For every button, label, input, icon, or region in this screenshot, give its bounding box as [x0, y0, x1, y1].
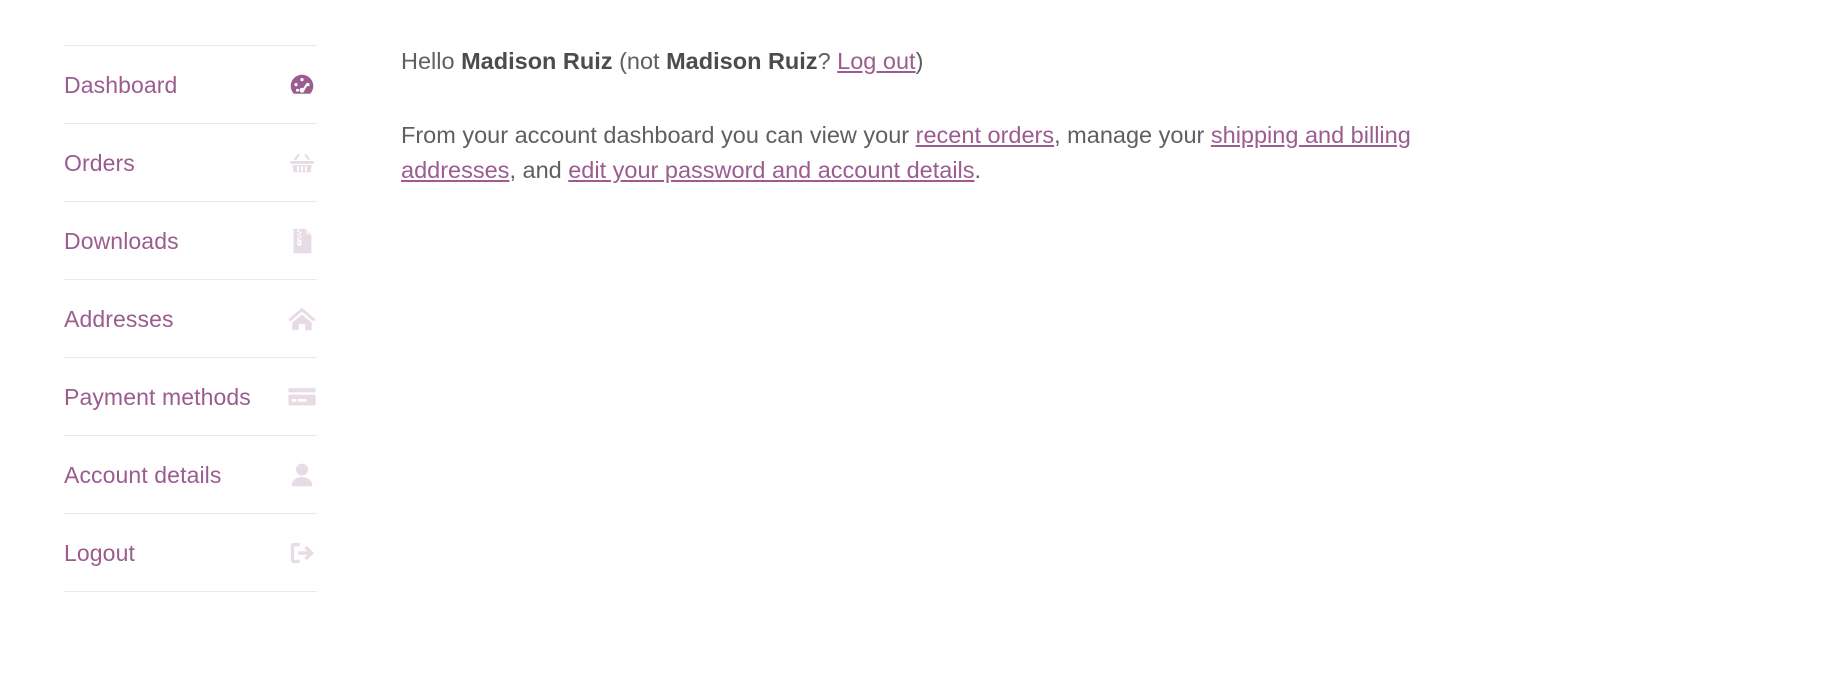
greeting-user-name-repeat: Madison Ruiz [666, 48, 818, 74]
account-content: Hello Madison Ruiz (not Madison Ruiz? Lo… [401, 44, 1493, 189]
sidebar-item-label: Orders [64, 149, 135, 176]
intro-text-part2: , manage your [1054, 121, 1211, 148]
zip-file-icon [287, 226, 317, 256]
greeting-user-name: Madison Ruiz [461, 48, 613, 74]
account-nav-list: Dashboard Orders Downloads Addresses Pay… [64, 45, 317, 592]
intro-paragraph: From your account dashboard you can view… [401, 118, 1493, 189]
greeting-suffix: ) [915, 48, 924, 74]
account-navigation: Dashboard Orders Downloads Addresses Pay… [64, 45, 317, 592]
recent-orders-link[interactable]: recent orders [916, 122, 1054, 148]
sidebar-link-payment-methods[interactable]: Payment methods [64, 358, 317, 435]
sidebar-item-label: Dashboard [64, 71, 178, 98]
log-out-link[interactable]: Log out [837, 48, 915, 74]
sidebar-link-logout[interactable]: Logout [64, 514, 317, 591]
sidebar-link-downloads[interactable]: Downloads [64, 202, 317, 279]
intro-text-part4: . [974, 157, 982, 184]
intro-text-part3: , and [509, 157, 569, 184]
sidebar-link-dashboard[interactable]: Dashboard [64, 46, 317, 123]
sidebar-item-dashboard[interactable]: Dashboard [64, 46, 317, 124]
sidebar-item-orders[interactable]: Orders [64, 124, 317, 202]
sidebar-item-label: Payment methods [64, 383, 251, 410]
sidebar-item-downloads[interactable]: Downloads [64, 202, 317, 280]
gauge-icon [287, 70, 317, 100]
sidebar-item-logout[interactable]: Logout [64, 514, 317, 592]
sign-out-icon [287, 538, 317, 568]
basket-icon [287, 148, 317, 178]
intro-text-part1: From your account dashboard you can view… [401, 121, 916, 148]
sidebar-item-label: Account details [64, 461, 222, 488]
house-icon [287, 304, 317, 334]
sidebar-link-orders[interactable]: Orders [64, 124, 317, 201]
sidebar-item-payment-methods[interactable]: Payment methods [64, 358, 317, 436]
sidebar-link-addresses[interactable]: Addresses [64, 280, 317, 357]
sidebar-item-label: Addresses [64, 305, 174, 332]
greeting-question-mark: ? [817, 48, 838, 74]
sidebar-link-account-details[interactable]: Account details [64, 436, 317, 513]
my-account-page: Dashboard Orders Downloads Addresses Pay… [0, 0, 1845, 684]
greeting-middle: (not [612, 48, 667, 74]
sidebar-item-addresses[interactable]: Addresses [64, 280, 317, 358]
sidebar-item-label: Downloads [64, 227, 179, 254]
sidebar-item-account-details[interactable]: Account details [64, 436, 317, 514]
edit-account-details-link[interactable]: edit your password and account details [568, 157, 974, 183]
greeting-prefix: Hello [401, 48, 462, 74]
greeting-paragraph: Hello Madison Ruiz (not Madison Ruiz? Lo… [401, 44, 1493, 80]
credit-card-icon [287, 382, 317, 412]
sidebar-item-label: Logout [64, 539, 135, 566]
user-icon [287, 460, 317, 490]
